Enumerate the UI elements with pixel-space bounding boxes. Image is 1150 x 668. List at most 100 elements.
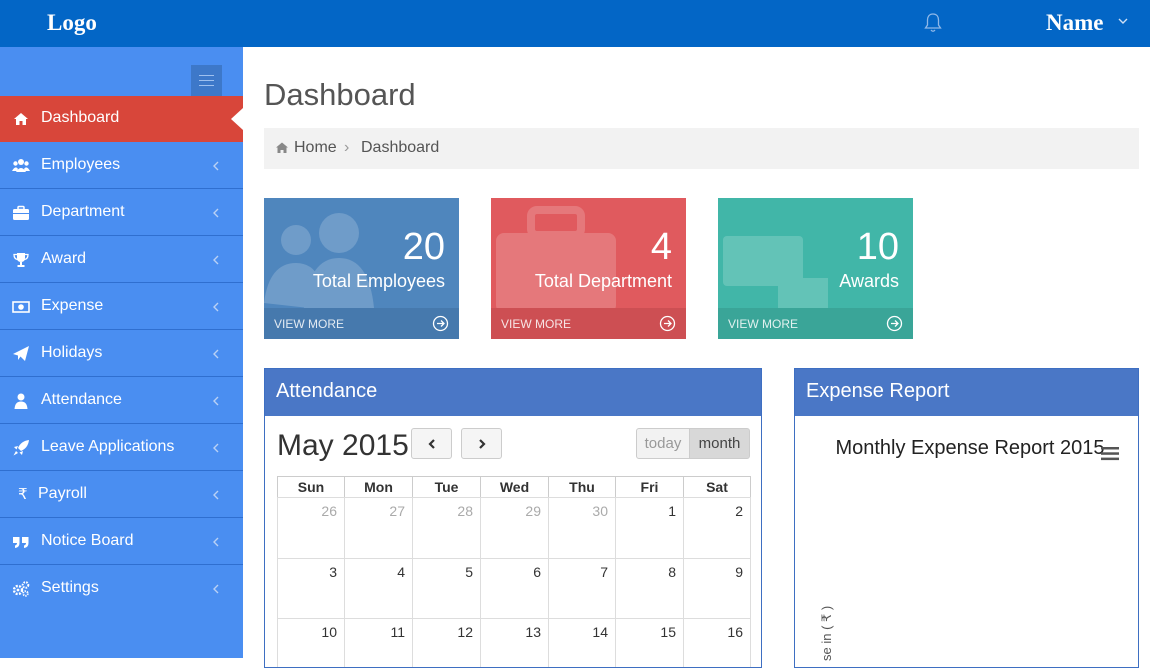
trophy-icon (13, 253, 29, 267)
view-more-label: VIEW MORE (728, 317, 799, 331)
sidebar-item-department[interactable]: Department (0, 190, 243, 236)
arrow-circle-right-icon (659, 315, 676, 332)
sidebar-item-leave-applications[interactable]: Leave Applications (0, 425, 243, 471)
calendar-day-cell[interactable]: 5 (412, 558, 481, 619)
home-icon (276, 142, 288, 153)
calendar-day-cell[interactable]: 2 (683, 497, 751, 559)
stat-label: Total Employees (312, 271, 445, 291)
logo[interactable]: Logo (47, 10, 97, 36)
stat-label: Awards (839, 271, 899, 291)
top-bar: Logo Name (0, 0, 1150, 47)
paper-plane-icon (13, 346, 29, 361)
calendar-day-cell[interactable]: 1 (615, 497, 684, 559)
view-more-label: VIEW MORE (501, 317, 572, 331)
panel-header: Attendance (265, 369, 761, 416)
calendar-prev-button[interactable] (411, 428, 452, 459)
sidebar: Dashboard Employees Department Award Exp… (0, 47, 243, 658)
chart-y-axis-label: se in ( ₹ ) (819, 605, 834, 661)
sidebar-item-holidays[interactable]: Holidays (0, 331, 243, 377)
sidebar-item-label: Payroll (38, 485, 87, 502)
calendar-day-cell[interactable]: 6 (480, 558, 549, 619)
calendar-weekday-header: Wed (480, 476, 549, 498)
cogs-icon (12, 581, 30, 597)
briefcase-icon (13, 205, 29, 220)
chevron-left-icon (213, 584, 219, 594)
chevron-down-icon[interactable] (1118, 17, 1128, 25)
view-more-link[interactable]: VIEW MORE (718, 308, 913, 339)
sidebar-item-dashboard[interactable]: Dashboard (0, 96, 243, 142)
calendar-day-cell[interactable]: 10 (277, 618, 345, 667)
sidebar-item-label: Notice Board (41, 532, 134, 549)
stat-value: 20 (402, 226, 445, 268)
sidebar-item-notice-board[interactable]: Notice Board (0, 519, 243, 565)
calendar-day-cell[interactable]: 14 (548, 618, 616, 667)
calendar-today-button[interactable]: today (636, 428, 690, 459)
stat-box-department: 4 Total Department VIEW MORE (491, 198, 686, 339)
calendar-day-cell[interactable]: 12 (412, 618, 481, 667)
calendar-day-cell[interactable]: 28 (412, 497, 481, 559)
chevron-left-icon (213, 537, 219, 547)
calendar-day-cell[interactable]: 27 (344, 497, 413, 559)
chevron-left-icon (213, 302, 219, 312)
user-name[interactable]: Name (1046, 10, 1103, 36)
sidebar-item-employees[interactable]: Employees (0, 143, 243, 189)
calendar-day-cell[interactable]: 8 (615, 558, 684, 619)
breadcrumb-separator: › (344, 139, 350, 156)
calendar-day-cell[interactable]: 16 (683, 618, 751, 667)
arrow-circle-right-icon (886, 315, 903, 332)
attendance-panel: Attendance May 2015 today month Sun Mon Tu… (264, 368, 762, 668)
calendar-month-button[interactable]: month (689, 428, 750, 459)
stat-box-employees: 20 Total Employees VIEW MORE (264, 198, 459, 339)
calendar-weekday-header: Sun (277, 476, 345, 498)
calendar-weekday-header: Sat (683, 476, 751, 498)
chevron-left-icon (213, 208, 219, 218)
sidebar-item-award[interactable]: Award (0, 237, 243, 283)
users-icon (12, 159, 30, 172)
view-more-link[interactable]: VIEW MORE (491, 308, 686, 339)
calendar-day-cell[interactable]: 3 (277, 558, 345, 619)
sidebar-item-label: Department (41, 203, 125, 220)
sidebar-item-label: Award (41, 250, 87, 267)
stat-value: 4 (650, 226, 672, 268)
sidebar-toggle-button[interactable] (191, 65, 222, 96)
breadcrumb: Home › Dashboard (264, 128, 1139, 169)
hamburger-icon[interactable] (1101, 446, 1119, 461)
sidebar-item-attendance[interactable]: Attendance (0, 378, 243, 424)
calendar-day-cell[interactable]: 4 (344, 558, 413, 619)
view-more-link[interactable]: VIEW MORE (264, 308, 459, 339)
calendar-weekday-header: Thu (548, 476, 616, 498)
breadcrumb-home-link[interactable]: Home (294, 139, 337, 157)
bell-icon[interactable] (923, 12, 943, 34)
chevron-right-icon (479, 439, 486, 449)
chevron-left-icon (213, 161, 219, 171)
sidebar-item-expense[interactable]: Expense (0, 284, 243, 330)
chart-title: Monthly Expense Report 2015 (835, 437, 1105, 459)
home-icon (14, 113, 28, 125)
chevron-left-icon (213, 349, 219, 359)
calendar-day-cell[interactable]: 30 (548, 497, 616, 559)
sidebar-item-label: Settings (41, 579, 99, 596)
expense-report-panel: Expense Report Monthly Expense Report 20… (794, 368, 1139, 668)
rocket-icon (13, 440, 29, 456)
sidebar-item-label: Holidays (41, 344, 103, 361)
sidebar-item-payroll[interactable]: ₹ Payroll (0, 472, 243, 518)
calendar-day-cell[interactable]: 29 (480, 497, 549, 559)
calendar-day-cell[interactable]: 26 (277, 497, 345, 559)
calendar-day-cell[interactable]: 15 (615, 618, 684, 667)
calendar-month-title: May 2015 (277, 429, 409, 462)
calendar-day-cell[interactable]: 11 (344, 618, 413, 667)
chevron-left-icon (213, 490, 219, 500)
panel-title: Expense Report (806, 380, 950, 402)
calendar-day-cell[interactable]: 9 (683, 558, 751, 619)
rupee-icon: ₹ (18, 486, 28, 503)
sidebar-item-label: Leave Applications (41, 438, 175, 455)
sidebar-item-settings[interactable]: Settings (0, 566, 243, 612)
panel-header: Expense Report (795, 369, 1138, 416)
page-title: Dashboard (264, 77, 416, 112)
sidebar-item-label: Attendance (41, 391, 122, 408)
calendar-next-button[interactable] (461, 428, 502, 459)
arrow-circle-right-icon (432, 315, 449, 332)
calendar-day-cell[interactable]: 13 (480, 618, 549, 667)
active-indicator (231, 108, 243, 130)
calendar-day-cell[interactable]: 7 (548, 558, 616, 619)
